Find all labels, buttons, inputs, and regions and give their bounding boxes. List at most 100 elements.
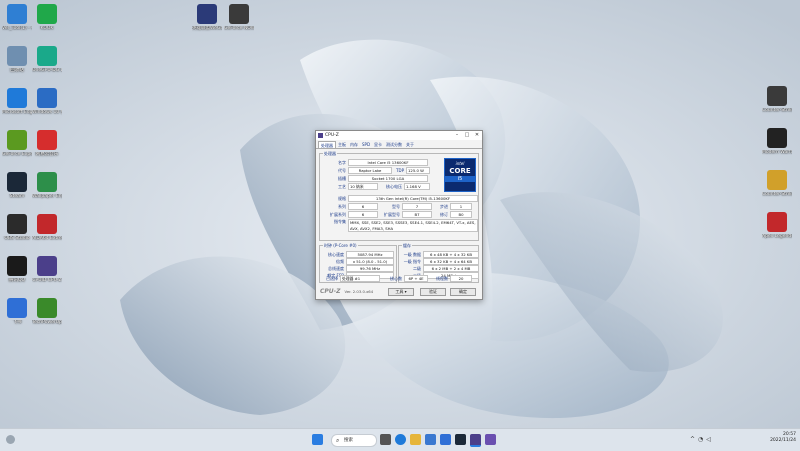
kook-icon xyxy=(37,4,57,24)
desktop-icon[interactable]: 网易云音乐 xyxy=(32,130,62,158)
voltage-value: 1.168 V xyxy=(404,183,430,190)
desktop-icon-label: Microsoft Edge xyxy=(2,110,32,115)
ext-model-label: 扩展型号 xyxy=(384,211,400,217)
core-speed-value: 5087.94 MHz xyxy=(346,251,394,258)
desktop-icon-label: Counter-Strike 2 xyxy=(762,192,792,197)
netease-music-icon xyxy=(37,130,57,150)
desktop-icon-label: Counter-Strike Global xyxy=(762,108,792,113)
chevron-up-icon[interactable]: ^ xyxy=(690,436,698,443)
monitor-icon xyxy=(7,4,27,24)
explorer-icon[interactable] xyxy=(410,434,421,445)
tab-spd[interactable]: SPD xyxy=(360,141,372,148)
desktop-icon[interactable]: Microsoft Edge xyxy=(2,88,32,116)
desktop-icon-label: Wallpaper Engine xyxy=(32,194,62,199)
tab-bench[interactable]: 测试分数 xyxy=(384,141,404,148)
desktop-icon-label: Windows 10 更新助手 xyxy=(32,110,62,115)
desktop-icon-label: OBS Studio xyxy=(4,236,30,241)
clocks-group-label: 时钟 (P-Core #0) xyxy=(323,243,358,249)
desktop-icon[interactable]: Wallpaper Engine xyxy=(32,172,62,200)
package-value: Socket 1700 LGA xyxy=(348,175,428,182)
minimize-button[interactable]: – xyxy=(452,131,462,140)
task-view-icon[interactable] xyxy=(380,434,391,445)
cache-l1d-value: 6 x 48 KB + 4 x 32 KB xyxy=(423,251,479,258)
mw2-icon xyxy=(767,128,787,148)
search-placeholder: 搜索 xyxy=(344,438,353,443)
app-taskbar-icon[interactable] xyxy=(485,434,496,445)
cs2-icon xyxy=(767,170,787,190)
weather-icon[interactable] xyxy=(6,435,15,444)
qq-icon xyxy=(7,256,27,276)
desktop-icon[interactable]: Windows 10 更新助手 xyxy=(32,88,62,116)
clock[interactable]: 20:57 2022/11/24 xyxy=(770,432,796,444)
name-label: 名字 xyxy=(338,159,346,165)
desktop-icon[interactable]: GeForce Experience xyxy=(2,130,32,158)
gpuz-icon xyxy=(37,298,57,318)
desktop-icon[interactable]: OBS Studio xyxy=(2,214,32,242)
technology-value: 10 纳米 xyxy=(348,183,378,190)
desktop-icon[interactable]: Counter-Strike 2 xyxy=(762,170,792,198)
desktop-icon[interactable]: Ver_Tool(1) - 64 Monitor xyxy=(2,4,32,32)
store-icon[interactable] xyxy=(425,434,436,445)
package-label: 插槽 xyxy=(338,175,346,181)
window-title: CPU-Z xyxy=(325,133,339,138)
desktop-icon[interactable]: 腾讯QQ xyxy=(2,256,32,284)
threads-value: 20 xyxy=(450,275,472,282)
spec-label: 规格 xyxy=(338,195,346,201)
taskbar: ⌕ 搜索 ^◔◁ 20:57 2022/11/24 xyxy=(0,428,800,451)
tab-processor[interactable]: 处理器 xyxy=(318,141,336,148)
desktop-icon[interactable]: 飞书 xyxy=(2,298,32,326)
voltage-label: 核心电压 xyxy=(386,183,402,189)
desktop-icon[interactable]: OneGPU-DG Lite Edition xyxy=(32,46,62,74)
maximize-button[interactable]: □ xyxy=(462,131,472,140)
steam-taskbar-icon[interactable] xyxy=(455,434,466,445)
start-icon[interactable] xyxy=(312,434,323,445)
cpuz-taskbar-icon[interactable] xyxy=(470,434,481,447)
tdp-label: TDP xyxy=(396,168,404,173)
desktop-icon[interactable]: Modern Warfare II xyxy=(762,128,792,156)
tab-about[interactable]: 关于 xyxy=(404,141,416,148)
intel-tier: i5 xyxy=(445,176,475,182)
family-value: 6 xyxy=(348,203,378,210)
mail-icon[interactable] xyxy=(440,434,451,445)
family-label: 系列 xyxy=(338,203,346,209)
validate-button[interactable]: 验证 xyxy=(420,288,446,296)
desktop-icon[interactable]: CPUID CPU-Z xyxy=(32,256,62,284)
volume-icon[interactable]: ◁ xyxy=(706,436,714,443)
desktop-icon[interactable]: KOOK xyxy=(32,4,62,32)
csgo-icon xyxy=(767,86,787,106)
desktop-icon[interactable]: Counter-Strike Global xyxy=(762,86,792,114)
nvidia-icon xyxy=(7,130,27,150)
edge-icon[interactable] xyxy=(395,434,406,445)
tab-memory[interactable]: 内存 xyxy=(348,141,360,148)
desktop-icon[interactable]: Steam xyxy=(2,172,32,200)
desktop-icon[interactable]: 英雄联盟WeGame xyxy=(192,4,222,32)
cpuz-titlebar[interactable]: CPU-Z – □ ✕ xyxy=(316,131,482,140)
desktop-icon[interactable]: TechPowerUp xyxy=(32,298,62,326)
desktop-icon-label: Modern Warfare II xyxy=(762,150,792,155)
desktop-icon[interactable]: AIDA64 Extreme xyxy=(32,214,62,242)
clock-date: 2022/11/24 xyxy=(770,438,796,443)
close-button[interactable]: ✕ xyxy=(472,131,482,140)
tools-label: 工具 xyxy=(395,289,404,294)
desktop-icon-label: 飞书 xyxy=(12,320,22,325)
tab-graphics[interactable]: 显卡 xyxy=(372,141,384,148)
processor-group: 处理器 名字 Intel Core i5 13600KF 代号 Raptor L… xyxy=(319,151,479,241)
search-icon: ⌕ xyxy=(336,437,340,444)
cache-group-label: 缓存 xyxy=(402,243,412,249)
ok-button[interactable]: 确定 xyxy=(450,288,476,296)
desktop-icon[interactable]: Apex Legends xyxy=(762,212,792,240)
multiplier-label: 倍频 xyxy=(336,258,344,264)
desktop-icon[interactable]: 回收站 xyxy=(2,46,32,74)
search-box[interactable]: ⌕ 搜索 xyxy=(331,434,377,447)
name-value: Intel Core i5 13600KF xyxy=(348,159,428,166)
desktop-icon-label: AIDA64 Extreme xyxy=(32,236,62,241)
edge-icon xyxy=(7,88,27,108)
model-label: 型号 xyxy=(392,203,400,209)
desktop-icon-label: Apex Legends xyxy=(762,234,792,239)
cache-l2-value: 6 x 2 MB + 2 x 4 MB xyxy=(423,265,479,272)
tools-button[interactable]: 工具 ▾ xyxy=(388,288,414,296)
desktop-icon[interactable]: GeForce NOW xyxy=(224,4,254,32)
processor-select[interactable]: 处理器 #1 xyxy=(340,275,380,282)
tab-mainboard[interactable]: 主板 xyxy=(336,141,348,148)
cpuz-window[interactable]: CPU-Z – □ ✕ 处理器 主板 内存 SPD 显卡 测试分数 关于 处理器… xyxy=(315,130,483,300)
